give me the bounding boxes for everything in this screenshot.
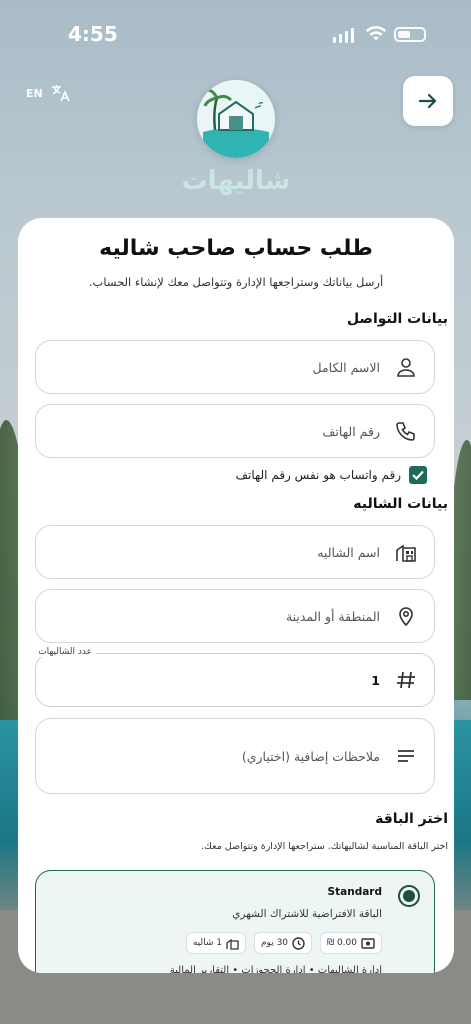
- phone-placeholder: رقم الهاتف: [322, 423, 380, 439]
- package-chalets: 1 شاليه: [192, 938, 222, 948]
- cash-icon: [361, 937, 375, 949]
- cellular-signal-icon: [333, 28, 354, 43]
- chalet-name-placeholder: اسم الشاليه: [317, 544, 380, 560]
- battery-icon: [394, 27, 426, 42]
- notes-placeholder: ملاحظات إضافية (اختياري): [241, 748, 380, 764]
- page-subtitle: أرسل بياناتك وستراجعها الإدارة وتتواصل م…: [88, 275, 384, 289]
- whatsapp-same-label: رقم واتساب هو نفس رقم الهاتف: [235, 468, 401, 482]
- notes-field[interactable]: ملاحظات إضافية (اختياري): [35, 718, 435, 794]
- whatsapp-same-row[interactable]: رقم واتساب هو نفس رقم الهاتف: [236, 466, 427, 484]
- hash-icon: [394, 668, 418, 692]
- package-duration: 30 يوم: [260, 938, 289, 948]
- section-chalet-title: بيانات الشاليه: [353, 496, 448, 512]
- section-contact-title: بيانات التواصل: [346, 311, 448, 327]
- package-features: إدارة الشاليهات • إدارة الحجوزات • التقا…: [169, 965, 382, 973]
- full-name-placeholder: الاسم الكامل: [312, 359, 380, 375]
- back-button[interactable]: [403, 76, 453, 126]
- brand-logo: [197, 80, 275, 158]
- region-placeholder: المنطقة أو المدينة: [285, 608, 380, 624]
- package-description: الباقة الافتراضية للاشتراك الشهري: [232, 908, 382, 920]
- phone-icon: [394, 419, 418, 443]
- signup-request-card: طلب حساب صاحب شاليه أرسل بياناتك وستراجع…: [18, 218, 454, 973]
- package-name: Standard: [327, 886, 382, 898]
- chalet-count-value: 1: [371, 672, 380, 688]
- location-pin-icon: [394, 604, 418, 628]
- building-icon: [394, 540, 418, 564]
- package-chips: 0.00 ₪ 30 يوم 1 شاليه: [185, 932, 382, 954]
- arrow-right-icon: [418, 93, 437, 109]
- full-name-field[interactable]: الاسم الكامل: [35, 340, 435, 394]
- language-code: EN: [26, 86, 43, 100]
- notes-lines-icon: [394, 744, 418, 768]
- clock-icon: [292, 936, 305, 950]
- package-price: 0.00 ₪: [327, 938, 357, 948]
- phone-field[interactable]: رقم الهاتف: [35, 404, 435, 458]
- status-time: 4:55: [68, 22, 118, 46]
- chalet-count-field[interactable]: عدد الشاليهات 1: [34, 647, 435, 707]
- page-title: طلب حساب صاحب شاليه: [99, 236, 373, 261]
- price-chip: 0.00 ₪: [320, 932, 382, 954]
- package-hint: اختر الباقة المناسبة لشاليهاتك. ستراجعها…: [201, 841, 448, 852]
- translate-icon: [51, 85, 70, 102]
- brand-name: شاليهات: [181, 166, 291, 196]
- chalet-name-field[interactable]: اسم الشاليه: [35, 525, 435, 579]
- chalet-count-label: عدد الشاليهات: [34, 647, 96, 657]
- whatsapp-same-checkbox[interactable]: [409, 466, 427, 484]
- duration-chip: 30 يوم: [253, 932, 313, 954]
- building-icon: [226, 938, 239, 950]
- region-field[interactable]: المنطقة أو المدينة: [35, 589, 435, 643]
- person-icon: [394, 355, 418, 379]
- package-radio[interactable]: [398, 885, 420, 907]
- package-card-standard[interactable]: Standard الباقة الافتراضية للاشتراك الشه…: [35, 870, 435, 973]
- chalets-chip: 1 شاليه: [185, 932, 246, 954]
- section-package-title: اختر الباقة: [375, 811, 448, 827]
- wifi-icon: [365, 26, 387, 41]
- status-bar: 4:55: [0, 0, 471, 70]
- language-switch[interactable]: EN: [26, 84, 71, 102]
